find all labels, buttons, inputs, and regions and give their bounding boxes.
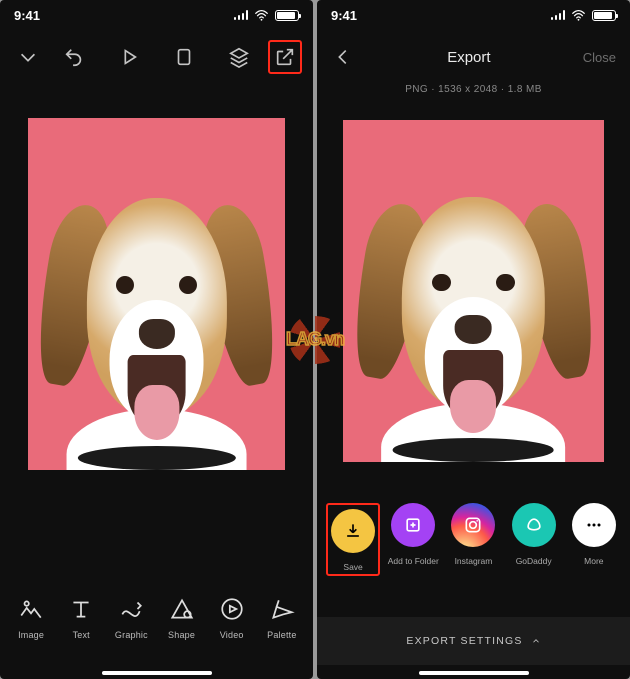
status-bar: 9:41 [317, 0, 630, 30]
palette-button[interactable]: Palette [258, 596, 306, 640]
download-icon [331, 509, 375, 553]
signal-icon [234, 10, 249, 20]
play-icon[interactable] [112, 40, 146, 74]
undo-icon[interactable] [57, 40, 91, 74]
more-icon [572, 503, 616, 547]
wifi-icon [254, 10, 269, 21]
add-video-button[interactable]: Video [208, 596, 256, 640]
more-button[interactable]: More [567, 503, 621, 566]
add-to-folder-button[interactable]: Add to Folder [386, 503, 440, 566]
file-info: PNG · 1536 x 2048 · 1.8 MB [317, 84, 630, 95]
action-label: Save [343, 562, 362, 572]
battery-icon [592, 10, 616, 21]
layers-icon[interactable] [222, 40, 256, 74]
export-settings-button[interactable]: EXPORT SETTINGS [317, 617, 630, 665]
save-button[interactable]: Save [326, 503, 380, 576]
canvas-image [43, 167, 269, 470]
add-graphic-button[interactable]: Graphic [107, 596, 155, 640]
home-indicator[interactable] [102, 671, 212, 675]
godaddy-button[interactable]: GoDaddy [507, 503, 561, 566]
status-bar: 9:41 [0, 0, 313, 30]
export-title: Export [447, 49, 490, 66]
home-indicator[interactable] [419, 671, 529, 675]
close-button[interactable]: Close [583, 50, 616, 65]
tool-label: Graphic [115, 630, 148, 640]
export-preview [343, 120, 604, 462]
battery-icon [275, 10, 299, 21]
export-screen: 9:41 Export Close PNG · 1536 x 2048 · 1.… [317, 0, 630, 679]
export-header: Export Close [317, 34, 630, 80]
tool-label: Video [220, 630, 244, 640]
canvas[interactable] [28, 118, 285, 470]
action-label: GoDaddy [516, 556, 552, 566]
export-icon[interactable] [268, 40, 302, 74]
add-element-toolbar: Image Text Graphic Shape Video Palette [0, 573, 313, 663]
instagram-icon [451, 503, 495, 547]
action-label: Add to Folder [388, 556, 439, 566]
add-shape-button[interactable]: Shape [158, 596, 206, 640]
action-label: Instagram [455, 556, 493, 566]
tool-label: Image [18, 630, 44, 640]
status-time: 9:41 [331, 8, 357, 23]
signal-icon [551, 10, 566, 20]
add-image-button[interactable]: Image [7, 596, 55, 640]
godaddy-icon [512, 503, 556, 547]
preview-image [359, 168, 589, 462]
action-label: More [584, 556, 603, 566]
wifi-icon [571, 10, 586, 21]
editor-screen: 9:41 [0, 0, 313, 679]
chevron-up-icon [531, 636, 541, 646]
folder-add-icon [391, 503, 435, 547]
export-actions: Save Add to Folder Instagram GoDaddy [317, 503, 630, 613]
close-dropdown-icon[interactable] [11, 40, 45, 74]
back-icon[interactable] [331, 40, 355, 74]
tool-label: Shape [168, 630, 195, 640]
status-time: 9:41 [14, 8, 40, 23]
tool-label: Text [73, 630, 90, 640]
editor-toolbar [0, 34, 313, 80]
add-text-button[interactable]: Text [57, 596, 105, 640]
tool-label: Palette [267, 630, 296, 640]
pages-icon[interactable] [167, 40, 201, 74]
export-settings-label: EXPORT SETTINGS [406, 635, 522, 647]
instagram-button[interactable]: Instagram [446, 503, 500, 566]
